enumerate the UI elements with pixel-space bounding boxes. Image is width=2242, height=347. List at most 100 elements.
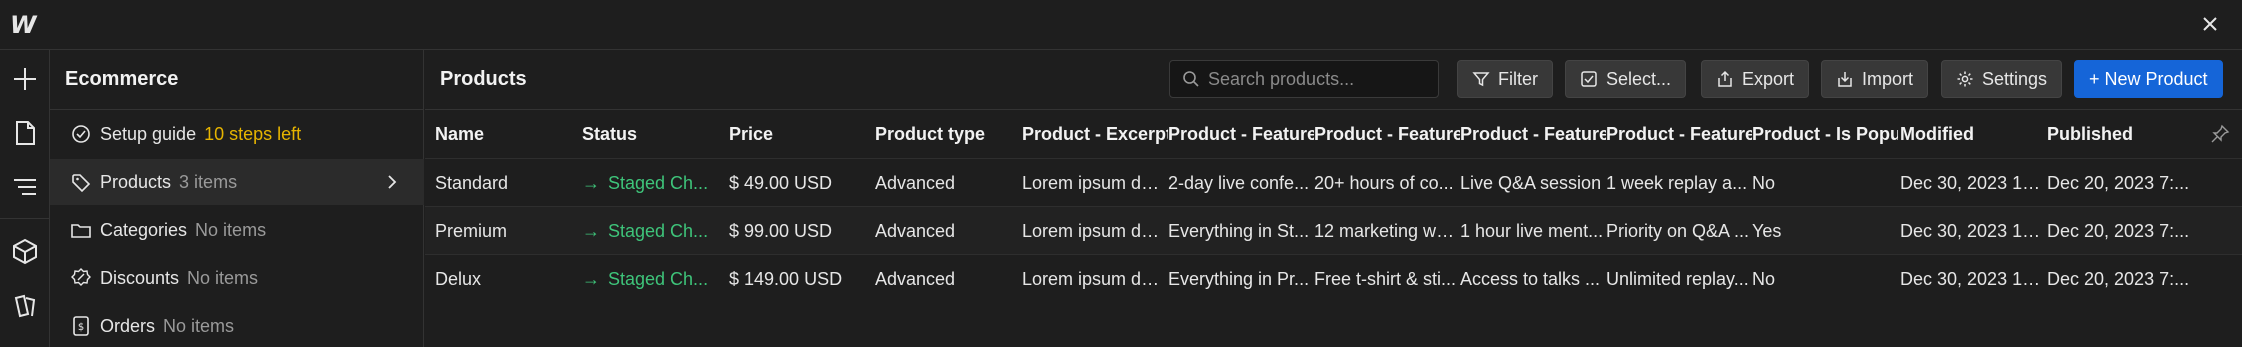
products-main: Products Filter Select... Export Import xyxy=(425,50,2242,347)
gear-icon xyxy=(1957,71,1973,87)
filter-button-label: Filter xyxy=(1498,68,1538,89)
column-header-feature[interactable]: Product - Feature xyxy=(1460,110,1606,158)
cell-published: Dec 20, 2023 7:... xyxy=(2047,221,2190,241)
import-icon xyxy=(1838,72,1852,87)
status-label: Staged Ch... xyxy=(608,221,709,241)
navigator-icon[interactable] xyxy=(10,172,40,202)
export-icon xyxy=(1718,70,1732,87)
add-icon[interactable] xyxy=(10,64,40,94)
cell-status: → Staged Ch... xyxy=(582,207,722,255)
nav-item-count: 3 items xyxy=(179,171,238,192)
select-button-label: Select... xyxy=(1606,68,1672,89)
column-header-product-type[interactable]: Product type xyxy=(875,110,1015,158)
cell-feature: Everything in Pr... xyxy=(1168,269,1310,289)
cell-excerpt: Lorem ipsum dol... xyxy=(1022,173,1168,193)
ecommerce-box-icon[interactable] xyxy=(10,236,40,266)
status-label: Staged Ch... xyxy=(608,173,709,193)
nav-item-label: Categories xyxy=(100,219,188,240)
arrow-right-icon: → xyxy=(582,269,600,289)
column-header-feature[interactable]: Product - Feature xyxy=(1168,110,1314,158)
select-button[interactable]: Select... xyxy=(1565,60,1687,98)
nav-item-discounts[interactable]: Discounts No items xyxy=(50,255,424,301)
cell-name: Standard xyxy=(435,173,509,193)
cell-feature: 12 marketing wo... xyxy=(1314,221,1460,241)
nav-item-count: 10 steps left xyxy=(204,123,302,144)
cell-status: → Staged Ch... xyxy=(582,159,722,207)
discount-badge-icon xyxy=(71,268,91,286)
checkbox-icon xyxy=(1581,71,1597,87)
cell-excerpt: Lorem ipsum dol... xyxy=(1022,221,1168,241)
new-product-button[interactable]: + New Product xyxy=(2074,60,2223,98)
search-box[interactable] xyxy=(1169,60,1439,98)
top-bar: W xyxy=(0,0,2242,50)
cell-feature: 20+ hours of co... xyxy=(1314,173,1454,193)
import-button[interactable]: Import xyxy=(1821,60,1929,98)
export-button[interactable]: Export xyxy=(1701,60,1810,98)
cell-name: Premium xyxy=(435,221,508,241)
status-label: Staged Ch... xyxy=(608,269,709,289)
column-header-price[interactable]: Price xyxy=(729,110,869,158)
settings-button[interactable]: Settings xyxy=(1941,60,2063,98)
cell-modified: Dec 30, 2023 10... xyxy=(1900,173,2046,193)
nav-item-count: No items xyxy=(195,219,267,240)
import-button-label: Import xyxy=(1862,68,1914,89)
webflow-logo[interactable]: W xyxy=(10,11,40,39)
cell-feature: Free t-shirt & sti... xyxy=(1314,269,1457,289)
table-row[interactable]: Delux → Staged Ch... $ 149.00 USD Advance… xyxy=(425,254,2242,302)
export-button-label: Export xyxy=(1742,68,1795,89)
nav-item-label: Orders xyxy=(100,315,156,336)
cell-product-type: Advanced xyxy=(875,269,956,289)
column-header-feature[interactable]: Product - Feature xyxy=(1314,110,1460,158)
cell-product-type: Advanced xyxy=(875,173,956,193)
nav-item-label: Setup guide xyxy=(100,123,197,144)
page-icon[interactable] xyxy=(10,118,40,148)
search-input[interactable] xyxy=(1208,68,1428,90)
cell-feature: 1 week replay a... xyxy=(1606,173,1748,193)
nav-item-products[interactable]: Products 3 items xyxy=(50,159,424,205)
nav-item-categories[interactable]: Categories No items xyxy=(50,207,424,253)
nav-item-count: No items xyxy=(163,315,235,336)
cell-is-popular: Yes xyxy=(1752,221,1782,241)
column-header-is-popular[interactable]: Product - Is Popular xyxy=(1752,110,1898,158)
cell-feature: Priority on Q&A ... xyxy=(1606,221,1750,241)
close-icon[interactable] xyxy=(2196,10,2224,38)
cell-status: → Staged Ch... xyxy=(582,255,722,303)
cell-feature: 1 hour live ment... xyxy=(1460,221,1604,241)
arrow-right-icon: → xyxy=(582,221,600,241)
chevron-right-icon xyxy=(388,175,397,189)
cell-is-popular: No xyxy=(1752,173,1776,193)
cell-modified: Dec 30, 2023 10... xyxy=(1900,221,2046,241)
nav-item-orders[interactable]: $ Orders No items xyxy=(50,303,424,347)
settings-button-label: Settings xyxy=(1982,68,2048,89)
icon-rail xyxy=(0,50,50,347)
cell-price: $ 99.00 USD xyxy=(729,221,833,241)
assets-icon[interactable] xyxy=(10,290,40,320)
column-header-name[interactable]: Name xyxy=(435,110,575,158)
cell-price: $ 49.00 USD xyxy=(729,173,833,193)
cell-feature: Live Q&A session xyxy=(1460,173,1602,193)
cell-is-popular: No xyxy=(1752,269,1776,289)
pin-icon[interactable] xyxy=(2210,124,2230,144)
filter-icon xyxy=(1472,72,1490,87)
cell-feature: Unlimited replay... xyxy=(1606,269,1749,289)
ecommerce-panel: Ecommerce Setup guide 10 steps left Prod… xyxy=(50,50,424,347)
column-header-modified[interactable]: Modified xyxy=(1900,110,2040,158)
check-circle-icon xyxy=(72,125,90,143)
arrow-right-icon: → xyxy=(582,173,600,193)
page-title: Products xyxy=(440,68,527,90)
cell-feature: Access to talks ... xyxy=(1460,269,1601,289)
cell-feature: Everything in St... xyxy=(1168,221,1310,241)
nav-item-setup-guide[interactable]: Setup guide 10 steps left xyxy=(50,111,424,157)
column-header-status[interactable]: Status xyxy=(582,110,722,158)
table-row[interactable]: Premium → Staged Ch... $ 99.00 USD Advanc… xyxy=(425,206,2242,254)
table-row[interactable]: Standard → Staged Ch... $ 49.00 USD Advan… xyxy=(425,158,2242,206)
panel-divider xyxy=(50,109,424,110)
column-header-feature[interactable]: Product - Feature xyxy=(1606,110,1752,158)
cell-name: Delux xyxy=(435,269,482,289)
tag-icon xyxy=(72,174,91,193)
svg-text:$: $ xyxy=(78,322,84,333)
column-header-excerpt[interactable]: Product - Excerpt xyxy=(1022,110,1168,158)
column-header-published[interactable]: Published xyxy=(2047,110,2187,158)
nav-item-count: No items xyxy=(187,267,259,288)
filter-button[interactable]: Filter xyxy=(1457,60,1553,98)
